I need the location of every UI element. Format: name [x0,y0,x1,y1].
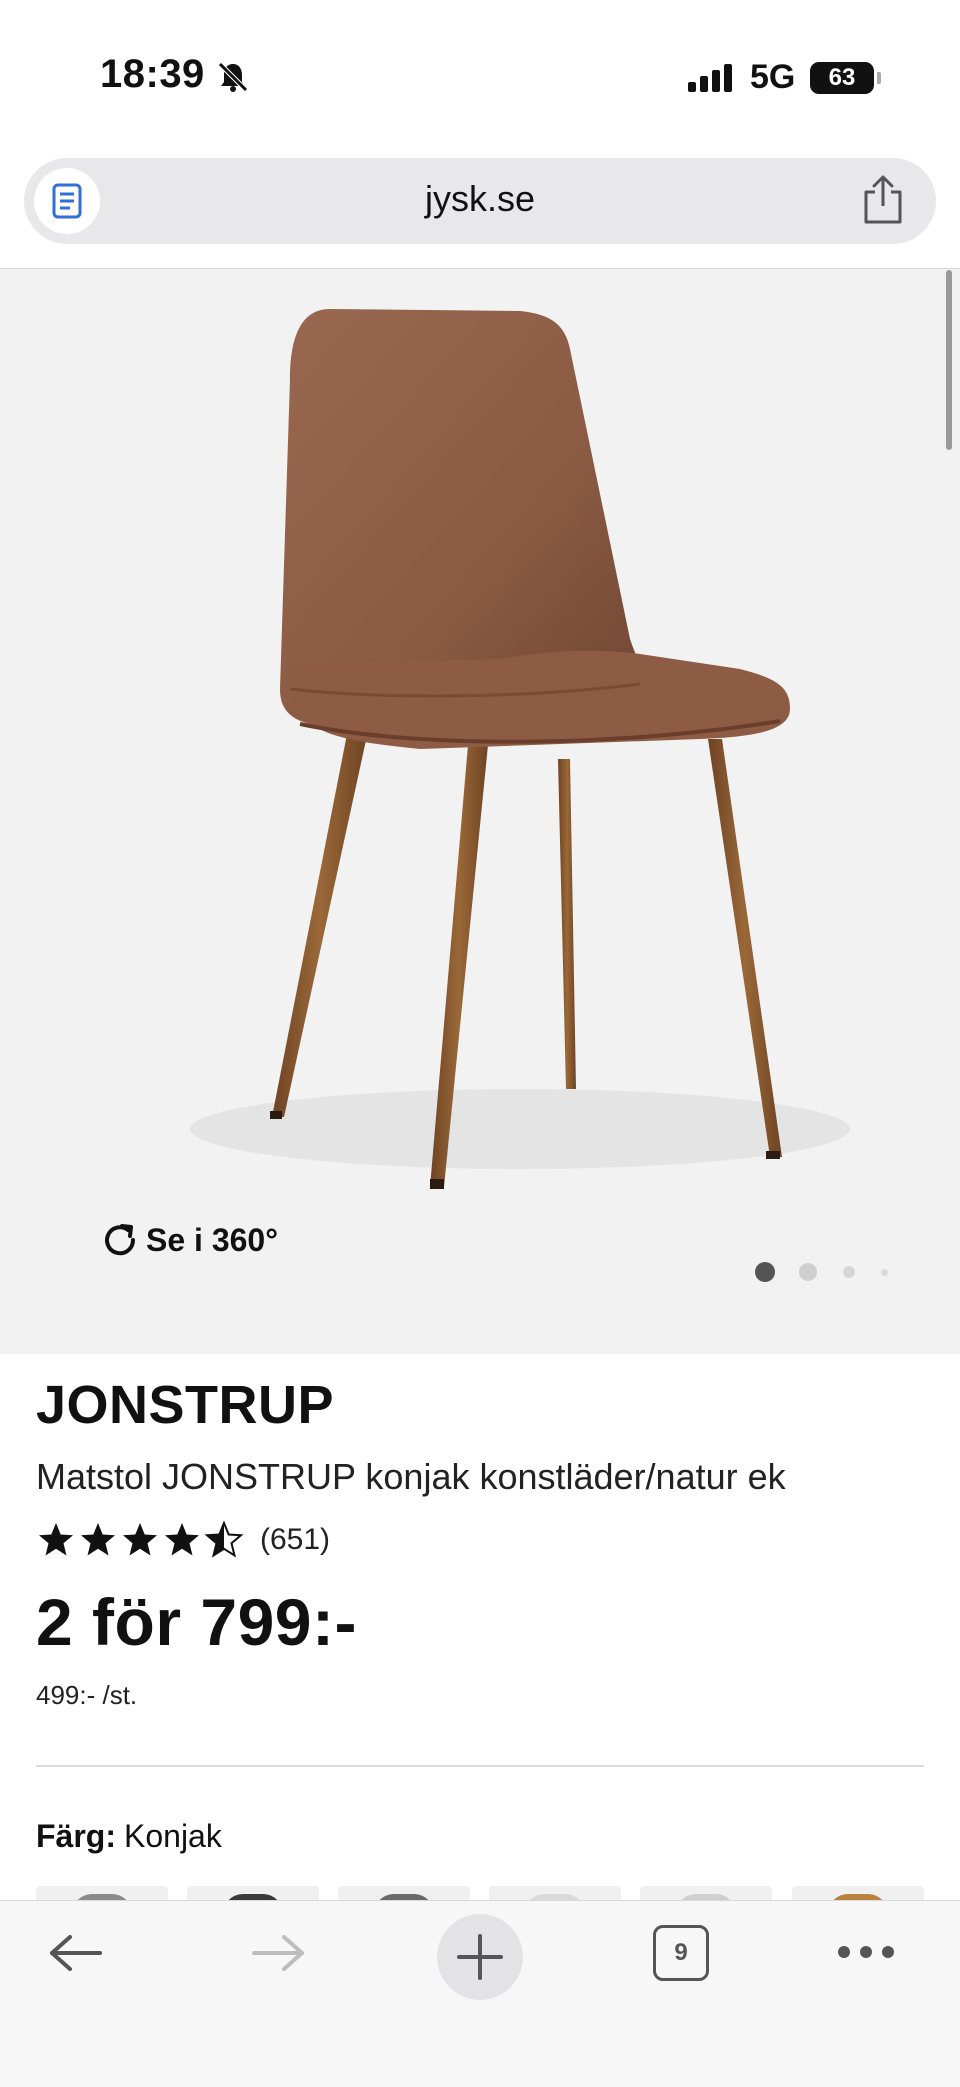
rating-stars-icon [39,1522,242,1557]
product-brand: JONSTRUP [36,1375,335,1435]
url-text[interactable]: jysk.se [24,178,936,220]
status-time: 18:39 [100,52,205,96]
product-image-carousel[interactable] [0,269,960,1354]
color-swatches [36,1886,924,1900]
signal-strength-icon [688,64,732,92]
carousel-dots[interactable] [755,1262,895,1282]
color-swatch[interactable] [187,1886,319,1900]
battery-tip [877,72,881,84]
rating-count[interactable]: (651) [260,1523,330,1557]
rotate-360-icon [105,1224,136,1256]
status-bar: 18:39 5G 63 [0,0,960,150]
color-label: Färg: [36,1818,116,1854]
color-value: Konjak [124,1818,222,1854]
color-swatch[interactable] [640,1886,772,1900]
color-swatch[interactable] [489,1886,621,1900]
section-divider [36,1765,924,1767]
carousel-dot-2[interactable] [799,1263,817,1281]
product-price: 2 för 799:- [36,1585,357,1659]
address-bar[interactable]: jysk.se [24,158,936,244]
bell-muted-icon [218,62,248,92]
carousel-dot-1[interactable] [755,1262,775,1282]
color-swatch[interactable] [338,1886,470,1900]
view-360-label: Se i 360° [146,1221,278,1258]
new-tab-button[interactable] [437,1914,523,2000]
color-selector-label: Färg: Konjak [36,1818,222,1855]
battery-indicator: 63 [810,62,874,94]
product-title: Matstol JONSTRUP konjak konstläder/natur… [36,1456,786,1497]
product-rating[interactable]: (651) [36,1518,330,1562]
more-options-icon[interactable] [836,1942,896,1962]
carousel-dot-3[interactable] [843,1266,855,1278]
view-360-button[interactable]: Se i 360° [100,1218,278,1262]
network-type: 5G [750,58,796,96]
carousel-dot-4[interactable] [881,1269,888,1276]
page-scroll-indicator [946,270,952,450]
tabs-button[interactable]: 9 [653,1925,709,1981]
back-arrow-icon[interactable] [48,1933,104,1973]
forward-arrow-icon[interactable] [250,1933,306,1973]
chair-product-image [190,309,850,1189]
unit-price: 499:- /st. [36,1680,138,1710]
color-swatch[interactable] [792,1886,924,1900]
tab-count: 9 [653,1925,709,1981]
color-swatch[interactable] [36,1886,168,1900]
plus-icon [457,1934,503,1980]
share-icon[interactable] [860,174,906,226]
